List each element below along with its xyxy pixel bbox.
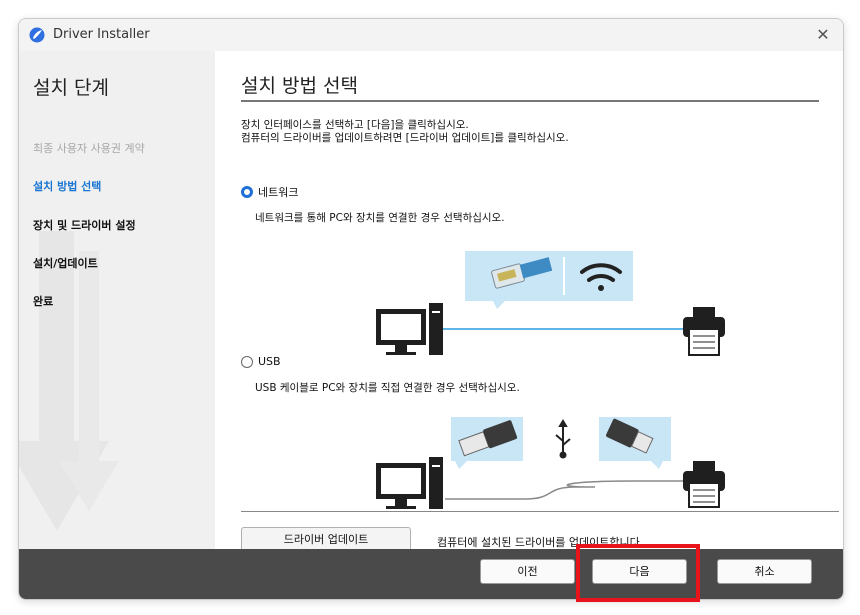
app-logo-icon xyxy=(29,27,45,43)
decorative-arrow-graphic xyxy=(19,231,119,531)
driver-update-description: 컴퓨터에 설치된 드라이버를 업데이트합니다. xyxy=(437,536,644,549)
back-button[interactable]: 이전 xyxy=(480,559,575,584)
network-description: 네트워크를 통해 PC와 장치를 연결한 경우 선택하십시오. xyxy=(255,212,505,224)
computer-icon xyxy=(376,303,443,355)
footer-bar: 이전 다음 취소 xyxy=(19,549,843,599)
printer-icon xyxy=(683,307,725,356)
installer-window: Driver Installer ✕ 설치 단계 최종 사용자 사용권 계약 설… xyxy=(18,18,844,600)
close-icon[interactable]: ✕ xyxy=(811,23,835,47)
step-complete: 완료 xyxy=(33,295,54,308)
title-divider xyxy=(241,100,819,102)
usb-connection-illustration xyxy=(376,417,725,509)
sidebar-heading: 설치 단계 xyxy=(33,77,109,99)
step-eula: 최종 사용자 사용권 계약 xyxy=(33,142,145,155)
instruction-line-2: 컴퓨터의 드라이버를 업데이트하려면 [드라이버 업데이트]를 클릭하십시오. xyxy=(241,132,569,144)
network-radio[interactable] xyxy=(241,186,253,198)
step-install-update: 설치/업데이트 xyxy=(33,257,98,270)
usb-option[interactable]: USB xyxy=(241,355,281,368)
network-radio-label: 네트워크 xyxy=(258,186,299,199)
network-connection-illustration xyxy=(376,251,725,356)
usb-symbol-icon xyxy=(555,419,571,459)
sidebar: 설치 단계 최종 사용자 사용권 계약 설치 방법 선택 장치 및 드라이버 설… xyxy=(19,51,215,549)
cancel-button[interactable]: 취소 xyxy=(717,559,812,584)
usb-description: USB 케이블로 PC와 장치를 직접 연결한 경우 선택하십시오. xyxy=(255,382,520,394)
title-bar: Driver Installer ✕ xyxy=(19,19,843,51)
network-option[interactable]: 네트워크 xyxy=(241,184,298,200)
main-panel: 설치 방법 선택 장치 인터페이스를 선택하고 [다음]을 클릭하십시오. 컴퓨… xyxy=(215,51,843,552)
printer-icon-usb xyxy=(683,461,725,508)
usb-radio-label: USB xyxy=(258,355,281,368)
computer-icon-usb xyxy=(376,457,443,509)
step-install-method: 설치 방법 선택 xyxy=(33,180,102,193)
page-title: 설치 방법 선택 xyxy=(241,75,358,97)
section-divider xyxy=(241,511,839,512)
next-button[interactable]: 다음 xyxy=(592,559,687,584)
instructions: 장치 인터페이스를 선택하고 [다음]을 클릭하십시오. 컴퓨터의 드라이버를 … xyxy=(241,119,569,145)
usb-radio[interactable] xyxy=(241,355,253,368)
instruction-line-1: 장치 인터페이스를 선택하고 [다음]을 클릭하십시오. xyxy=(241,119,469,131)
step-device-driver-settings: 장치 및 드라이버 설정 xyxy=(33,219,136,232)
window-title: Driver Installer xyxy=(53,27,150,42)
